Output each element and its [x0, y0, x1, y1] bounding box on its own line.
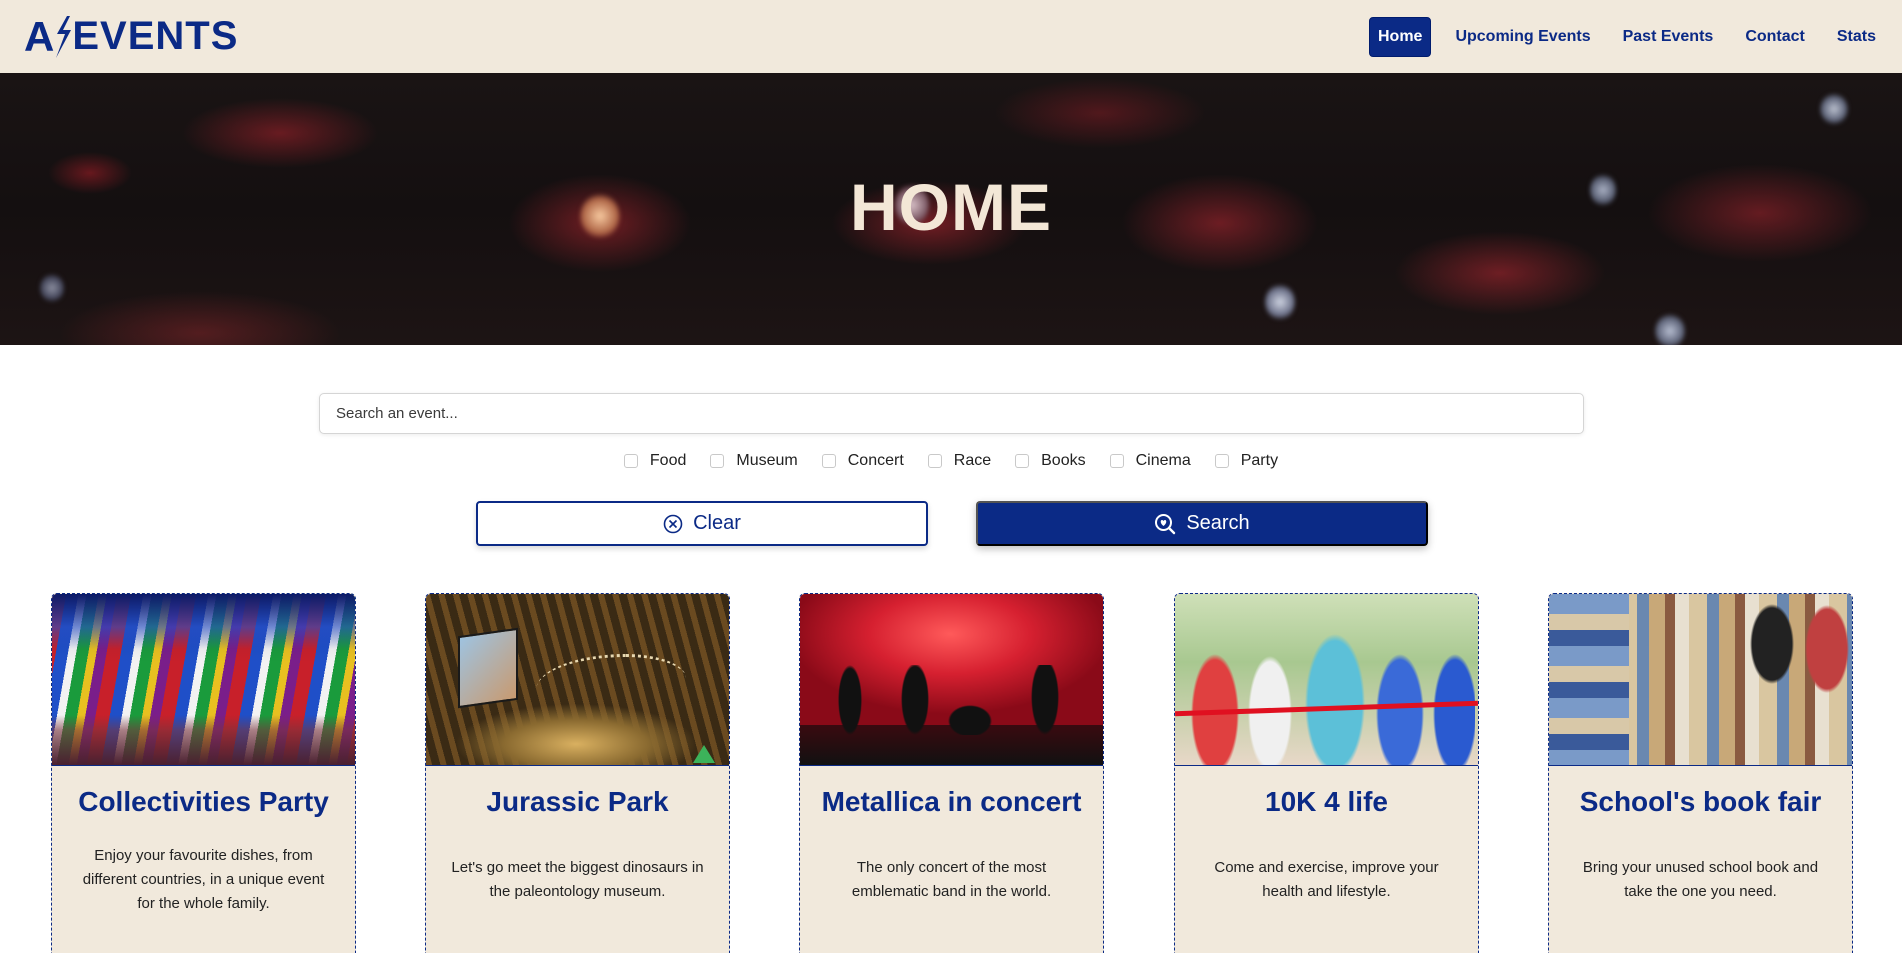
event-title: School's book fair	[1579, 786, 1822, 817]
category-filters: Food Museum Concert Race Books Cinema Pa…	[0, 452, 1902, 470]
event-card[interactable]: 10K 4 life Come and exercise, improve yo…	[1174, 593, 1479, 953]
event-cards: Collectivities Party Enjoy your favourit…	[51, 593, 1853, 953]
logo-badge	[693, 745, 715, 763]
search-button-label: Search	[1186, 512, 1250, 534]
filter-cinema[interactable]: Cinema	[1109, 452, 1191, 470]
main-nav: Home Upcoming Events Past Events Contact…	[1353, 16, 1884, 57]
event-description: Enjoy your favourite dishes, from differ…	[82, 847, 325, 912]
clear-button[interactable]: Clear	[476, 501, 928, 546]
event-card[interactable]: Metallica in concert The only concert of…	[799, 593, 1104, 953]
hero-light	[1265, 283, 1295, 321]
crowd	[52, 715, 355, 765]
filter-label: Food	[649, 452, 687, 469]
checkbox[interactable]	[1015, 454, 1030, 468]
search-button[interactable]: Search	[976, 501, 1428, 546]
event-title: Collectivities Party	[78, 786, 329, 817]
dinosaur-skeleton	[536, 654, 686, 714]
filter-party[interactable]: Party	[1214, 452, 1279, 470]
checkbox[interactable]	[623, 454, 638, 468]
checkbox[interactable]	[710, 454, 725, 468]
filter-museum[interactable]: Museum	[710, 452, 798, 470]
clear-button-label: Clear	[693, 512, 741, 534]
event-description: Let's go meet the biggest dinosaurs in t…	[451, 859, 704, 900]
filter-label: Cinema	[1135, 452, 1191, 469]
filter-race[interactable]: Race	[927, 452, 992, 470]
nav-past-events[interactable]: Past Events	[1615, 18, 1722, 56]
search-heart-icon	[1154, 513, 1176, 535]
filter-label: Race	[953, 452, 992, 469]
book-shelf	[1549, 594, 1629, 765]
event-image-books	[1549, 594, 1852, 766]
event-title: Jurassic Park	[486, 786, 669, 817]
page-title: HOME	[850, 170, 1052, 244]
event-title: Metallica in concert	[821, 786, 1082, 817]
event-description: Come and exercise, improve your health a…	[1214, 859, 1439, 900]
brand-name: EVENTS	[72, 14, 239, 58]
brand-mark-icon	[56, 15, 72, 58]
nav-home[interactable]: Home	[1369, 16, 1432, 57]
filter-books[interactable]: Books	[1015, 452, 1086, 470]
event-card[interactable]: School's book fair Bring your unused sch…	[1548, 593, 1853, 953]
event-description: The only concert of the most emblematic …	[851, 859, 1052, 900]
event-image-concert	[800, 594, 1103, 766]
filter-food[interactable]: Food	[623, 452, 687, 470]
event-image-party	[52, 594, 355, 766]
hero-light	[1820, 93, 1848, 125]
band-members	[830, 665, 1060, 735]
nav-stats[interactable]: Stats	[1829, 18, 1884, 56]
filter-concert[interactable]: Concert	[821, 452, 904, 470]
nav-contact[interactable]: Contact	[1737, 18, 1813, 56]
filter-label: Books	[1041, 452, 1086, 469]
hero-light	[1655, 313, 1685, 345]
search-input[interactable]	[319, 393, 1584, 434]
filter-label: Concert	[847, 452, 904, 469]
checkbox[interactable]	[1214, 454, 1229, 468]
stage-lights	[52, 594, 355, 649]
museum-screen	[458, 627, 518, 709]
filter-label: Museum	[736, 452, 798, 469]
event-image-race	[1175, 594, 1478, 766]
clear-circle-x-icon	[663, 514, 683, 534]
checkbox[interactable]	[1109, 454, 1124, 468]
event-description: Bring your unused school book and take t…	[1582, 859, 1819, 900]
hero-light	[40, 273, 64, 303]
runners	[1185, 614, 1475, 765]
top-navbar: A EVENTS Home Upcoming Events Past Event…	[0, 0, 1902, 73]
event-card[interactable]: Collectivities Party Enjoy your favourit…	[51, 593, 356, 953]
event-image-museum	[426, 594, 729, 766]
checkbox[interactable]	[821, 454, 836, 468]
filter-label: Party	[1240, 452, 1279, 469]
checkbox[interactable]	[927, 454, 942, 468]
event-card[interactable]: Jurassic Park Let's go meet the biggest …	[425, 593, 730, 953]
hero-banner: HOME	[0, 73, 1902, 345]
brand-prefix: A	[24, 12, 56, 60]
shoppers	[1732, 594, 1852, 714]
brand-logo[interactable]: A EVENTS	[24, 0, 238, 73]
event-title: 10K 4 life	[1265, 786, 1388, 817]
nav-upcoming-events[interactable]: Upcoming Events	[1447, 18, 1598, 56]
